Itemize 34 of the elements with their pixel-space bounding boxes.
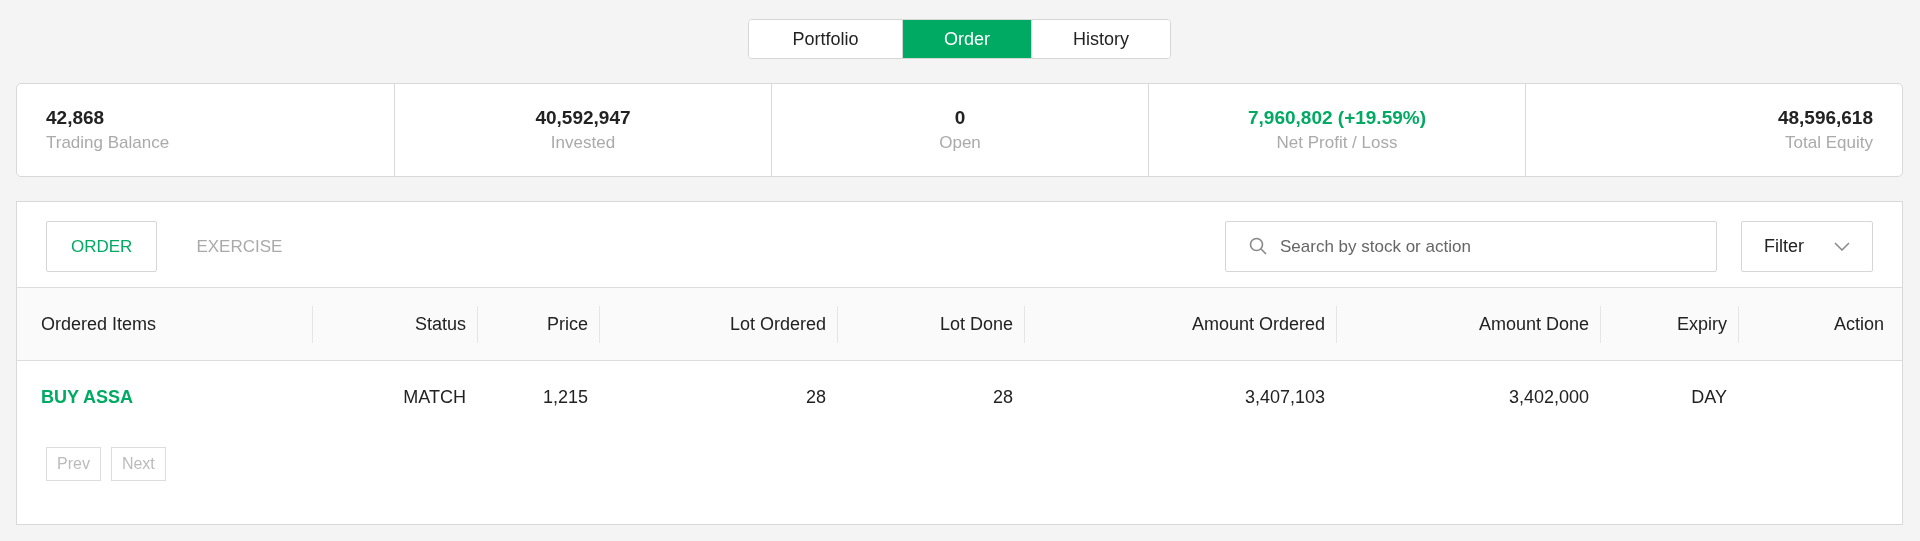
- column-header: Amount Ordered: [1024, 305, 1336, 343]
- column-header: Lot Done: [837, 305, 1024, 343]
- table-cell: MATCH: [403, 386, 466, 407]
- chevron-down-icon: [1834, 242, 1850, 251]
- summary-value: 0: [954, 107, 966, 129]
- view-tab[interactable]: History: [1031, 20, 1170, 58]
- column-header: Lot Ordered: [599, 305, 837, 343]
- summary-label: Open: [939, 133, 981, 153]
- summary-value: 48,596,618: [1777, 107, 1873, 129]
- table-cell: 28: [805, 386, 826, 407]
- table-cell: 3,407,103: [1244, 386, 1325, 407]
- column-header: Action: [1738, 305, 1902, 343]
- column-header: Amount Done: [1336, 305, 1600, 343]
- table-cell: 1,215: [542, 386, 588, 407]
- summary-label: Total Equity: [1785, 133, 1873, 153]
- summary-label: Net Profit / Loss: [1276, 133, 1398, 153]
- summary-value: 40,592,947: [535, 107, 631, 129]
- table-cell: BUY ASSA: [41, 386, 134, 407]
- table-cell: DAY: [1691, 386, 1727, 407]
- view-tab[interactable]: Order: [902, 20, 1031, 58]
- column-header: Price: [477, 305, 599, 343]
- summary-label: Invested: [550, 133, 616, 153]
- summary-value: 7,960,802 (+19.59%): [1248, 107, 1426, 129]
- summary-value: 42,868: [46, 107, 105, 129]
- table-cell: 3,402,000: [1508, 386, 1589, 407]
- section-tab[interactable]: ORDER: [46, 221, 158, 272]
- column-header: Status: [312, 305, 477, 343]
- search-icon: [1249, 237, 1267, 255]
- column-header: Ordered Items: [40, 312, 158, 336]
- search-field[interactable]: Search by stock or action: [1225, 221, 1717, 272]
- summary-label: Trading Balance: [46, 133, 170, 153]
- column-header: Expiry: [1600, 305, 1738, 343]
- table-cell: 28: [992, 386, 1013, 407]
- filter-dropdown[interactable]: Filter: [1741, 221, 1873, 272]
